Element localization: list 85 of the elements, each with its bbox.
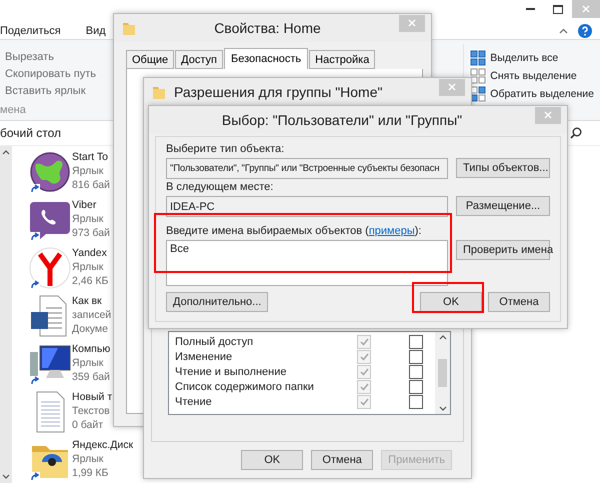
minimize-icon [526,8,534,10]
file-type: Текстов [72,404,110,418]
browser-logo-icon [28,246,72,290]
file-name[interactable]: Viber [72,198,96,212]
file-size: 1,99 КБ [72,466,108,480]
ribbon-command[interactable]: Скопировать путь [5,68,96,80]
collapse-ribbon-icon[interactable] [559,28,568,34]
scroll-thumb[interactable] [438,359,447,387]
field-label: В следующем месте: [166,181,274,194]
file-name[interactable]: Как вк [72,294,102,308]
deny-checkbox[interactable] [409,334,423,348]
file-size: Докуме [72,322,108,336]
field-label: Введите имена выбираемых объектов (примеры): [166,225,422,238]
location-field[interactable]: IDEA-PC [166,196,448,217]
file-type: Ярлык [72,452,104,466]
object-type-field[interactable]: "Пользователи", "Группы" или "Встроенные субъекты безопасн [166,158,448,179]
address-bar-text[interactable]: бочий стол [0,126,62,140]
dialog-button[interactable]: OK [241,450,304,470]
field-label: Выберите тип объекта: [166,143,284,156]
globe-icon [28,150,72,194]
permission-name: Полный доступ [175,336,254,348]
file-name[interactable]: Новый т [72,390,112,404]
close-icon [582,5,590,13]
scrollbar[interactable] [0,146,12,483]
file-name[interactable]: Yandex [72,246,107,260]
examples-link[interactable]: примеры [368,225,415,237]
object-types-button[interactable]: Типы объектов... [456,158,550,178]
folder-icon [152,84,166,100]
invert-selection-icon [470,86,486,102]
file-type: Ярлык [72,164,104,178]
scroll-down-icon[interactable] [438,406,446,411]
tab[interactable]: Безопасность [224,48,308,69]
tab[interactable]: Общие [126,50,174,69]
file-name[interactable]: Start To [72,150,108,164]
locations-button[interactable]: Размещение... [456,196,550,216]
ribbon-command[interactable]: Вырезать [5,50,54,63]
deny-checkbox[interactable] [409,380,423,394]
tab[interactable]: Настройка [309,50,376,69]
file-size: 973 бай [72,226,110,240]
ok-button[interactable]: OK [420,292,482,312]
file-size: 0 байт [72,418,104,432]
window-title: Разрешения для группы "Home" [174,84,384,100]
ribbon-command[interactable]: Снять выделение [470,69,577,82]
deny-checkbox[interactable] [409,394,423,408]
cancel-button[interactable]: Отмена [488,292,550,312]
help-icon[interactable] [578,24,592,38]
folder-icon [122,20,136,36]
maximize-icon [553,4,563,14]
scrollbar[interactable] [435,332,450,414]
dialog-button[interactable]: Отмена [311,450,374,470]
file-size: 2,46 КБ [72,274,108,288]
advanced-button[interactable]: Дополнительно... [166,292,268,312]
file-name[interactable]: Компью [72,342,110,356]
file-type: Ярлык [72,212,104,226]
close-icon [544,111,552,119]
window-title: Свойства: Home [213,20,322,36]
file-size: 359 бай [72,370,110,384]
close-icon [408,19,416,27]
window-title: Выбор: "Пользователи" или "Группы" [220,112,464,128]
deny-checkbox[interactable] [409,364,423,378]
select-none-icon [470,68,486,84]
file-size: 816 бай [72,178,110,192]
scroll-down-icon[interactable] [2,474,10,479]
select-all-icon [470,50,486,66]
ribbon-tab[interactable]: Вид [86,24,106,37]
ribbon-tab[interactable]: Поделиться [0,24,61,37]
file-type: записей [72,308,112,322]
deny-checkbox[interactable] [409,350,423,364]
scroll-up-icon[interactable] [438,335,446,340]
tab[interactable]: Доступ [175,50,223,69]
ribbon-command[interactable]: Выделить все [470,51,558,64]
ribbon-command[interactable]: Обратить выделение [470,87,594,100]
object-names-field[interactable]: Все [166,240,448,286]
permission-name: Чтение [175,396,213,408]
ribbon-command[interactable]: Вставить ярлык [5,85,86,98]
search-icon[interactable] [570,127,582,140]
file-name[interactable]: Яндекс.Диск [72,438,134,452]
ribbon-group-label: мена [0,104,26,116]
file-type: Ярлык [72,260,104,274]
permission-name: Чтение и выполнение [175,366,288,378]
permission-name: Список содержимого папки [175,380,315,392]
scroll-up-icon[interactable] [2,150,10,155]
file-type: Ярлык [72,356,104,370]
permission-name: Изменение [175,350,234,362]
close-icon [448,83,456,91]
